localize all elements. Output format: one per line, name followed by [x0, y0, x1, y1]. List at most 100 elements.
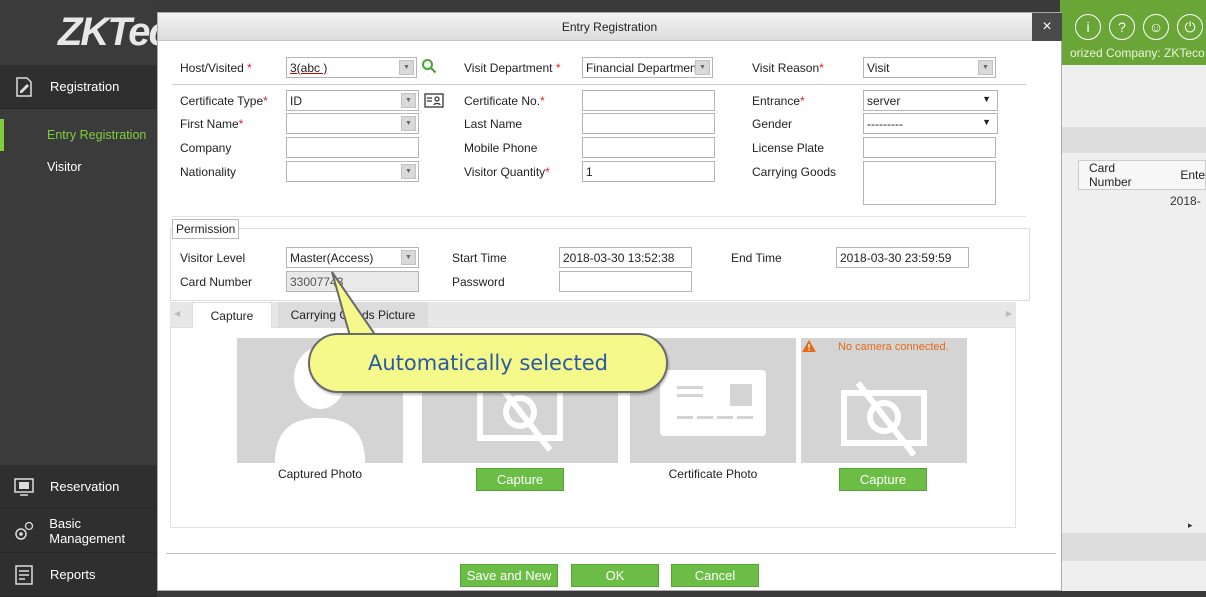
visitor-level-label: Visitor Level: [180, 251, 246, 265]
col-card-number: Card Number: [1089, 161, 1132, 189]
divider: [172, 216, 1026, 217]
host-visited-label: Host/Visited *: [180, 61, 252, 75]
host-visited-input[interactable]: 3(abc ) ▼: [286, 57, 417, 78]
chevron-down-icon[interactable]: ▼: [399, 60, 414, 75]
card-number-label: Card Number: [180, 275, 253, 289]
captured-photo-label: Captured Photo: [277, 467, 363, 481]
gender-label: Gender: [752, 117, 793, 131]
chevron-down-icon[interactable]: ▼: [401, 116, 416, 131]
nationality-label: Nationality: [180, 165, 237, 179]
mobile-phone-input[interactable]: [582, 137, 715, 158]
divider: [172, 84, 1026, 85]
chevron-down-icon[interactable]: ▼: [401, 164, 416, 179]
annotation-callout: Automatically selected: [308, 333, 668, 393]
sidebar-section-reservation[interactable]: Reservation: [0, 465, 157, 509]
entrance-select[interactable]: server ▼: [863, 90, 998, 111]
sidebar-bottom: Reservation Basic Management Reports: [0, 465, 157, 597]
close-icon[interactable]: ×: [1032, 13, 1062, 41]
scroll-right-icon[interactable]: ▸: [1188, 520, 1193, 531]
camera-preview-2: [801, 338, 967, 463]
license-plate-label: License Plate: [752, 141, 825, 155]
entrance-label: Entrance*: [752, 94, 805, 108]
power-icon[interactable]: ⏻: [1177, 14, 1203, 40]
table-header: Card Number Ente: [1078, 160, 1206, 190]
visitor-quantity-input[interactable]: 1: [582, 161, 715, 182]
mobile-phone-label: Mobile Phone: [464, 141, 538, 155]
col-enter: Ente: [1180, 168, 1205, 182]
tab-capture[interactable]: Capture: [192, 302, 272, 328]
callout-text: Automatically selected: [368, 351, 608, 375]
chevron-down-icon[interactable]: ▼: [978, 60, 993, 75]
visit-reason-select[interactable]: Visit ▼: [863, 57, 996, 78]
top-icons: i ? ☺ ⏻: [1075, 14, 1203, 40]
capture-button[interactable]: Capture: [839, 468, 927, 491]
sidebar-item-visitor[interactable]: Visitor: [0, 151, 157, 183]
background-page: [1060, 0, 1206, 591]
end-time-input[interactable]: 2018-03-30 23:59:59: [836, 247, 969, 268]
chevron-down-icon[interactable]: ▼: [401, 93, 416, 108]
visitor-level-select[interactable]: Master(Access) ▼: [286, 247, 419, 268]
dialog-title: Entry Registration: [561, 19, 658, 34]
carrying-goods-label: Carrying Goods: [752, 165, 837, 179]
visit-department-label: Visit Department *: [464, 61, 561, 75]
gender-select[interactable]: --------- ▼: [863, 113, 998, 134]
user-icon[interactable]: ☺: [1143, 14, 1169, 40]
chevron-down-icon[interactable]: ▼: [401, 250, 416, 265]
no-camera-message: No camera connected.: [838, 341, 949, 353]
company-name: orized Company: ZKTeco: [1070, 46, 1205, 60]
sidebar-section-basic-management[interactable]: Basic Management: [0, 509, 157, 553]
capture-button[interactable]: Capture: [476, 468, 564, 491]
certificate-type-select[interactable]: ID ▼: [286, 90, 419, 111]
chevron-down-icon[interactable]: ▼: [982, 94, 991, 104]
search-icon[interactable]: [421, 58, 437, 77]
visit-department-select[interactable]: Financial Department ▼: [582, 57, 713, 78]
company-input[interactable]: [286, 137, 419, 158]
sidebar-section-label: Registration: [50, 79, 120, 94]
pager-strip: [1060, 533, 1206, 561]
warning-icon: [802, 340, 816, 355]
sidebar-section-registration[interactable]: Registration: [0, 65, 157, 109]
help-icon[interactable]: ?: [1109, 14, 1135, 40]
sidebar-section-label: Reports: [50, 567, 96, 582]
start-time-input[interactable]: 2018-03-30 13:52:38: [559, 247, 692, 268]
last-name-input[interactable]: [582, 113, 715, 134]
sidebar-section-label: Reservation: [50, 479, 120, 494]
registration-icon: [12, 75, 36, 99]
sidebar-section-reports[interactable]: Reports: [0, 553, 157, 597]
dialog-titlebar: Entry Registration ×: [158, 13, 1062, 41]
camera-off-icon: [841, 381, 927, 457]
cancel-button[interactable]: Cancel: [671, 564, 759, 587]
certificate-photo-label: Certificate Photo: [668, 467, 758, 481]
visitor-quantity-label: Visitor Quantity*: [464, 165, 550, 179]
nationality-select[interactable]: ▼: [286, 161, 419, 182]
sidebar: ZKTeco Registration Entry Registration V…: [0, 0, 193, 597]
info-icon[interactable]: i: [1075, 14, 1101, 40]
chevron-down-icon[interactable]: ▼: [695, 60, 710, 75]
toolbar-strip: [1060, 127, 1206, 153]
tab-scroll-right-icon[interactable]: ▶: [1006, 309, 1012, 318]
first-name-input[interactable]: ▼: [286, 113, 419, 134]
gear-icon: [12, 519, 35, 543]
reports-icon: [12, 563, 36, 587]
carrying-goods-textarea[interactable]: [863, 161, 996, 205]
chevron-down-icon[interactable]: ▼: [982, 117, 991, 127]
certificate-type-label: Certificate Type*: [180, 94, 268, 108]
start-time-label: Start Time: [452, 251, 507, 265]
end-time-label: End Time: [731, 251, 782, 265]
id-card-reader-icon[interactable]: [424, 93, 444, 111]
save-and-new-button[interactable]: Save and New: [460, 564, 558, 587]
tab-scroll-left-icon[interactable]: ◀: [174, 309, 180, 318]
entry-registration-dialog: Entry Registration × Host/Visited * 3(ab…: [157, 12, 1062, 591]
ok-button[interactable]: OK: [571, 564, 659, 587]
permission-legend: Permission: [172, 219, 240, 239]
sidebar-item-entry-registration[interactable]: Entry Registration: [0, 119, 157, 151]
last-name-label: Last Name: [464, 117, 523, 131]
visit-reason-label: Visit Reason*: [752, 61, 824, 75]
first-name-label: First Name*: [180, 117, 244, 131]
password-label: Password: [452, 275, 505, 289]
password-input[interactable]: [559, 271, 692, 292]
reservation-icon: [12, 475, 36, 499]
certificate-no-input[interactable]: [582, 90, 715, 111]
license-plate-input[interactable]: [863, 137, 996, 158]
certificate-no-label: Certificate No.*: [464, 94, 545, 108]
